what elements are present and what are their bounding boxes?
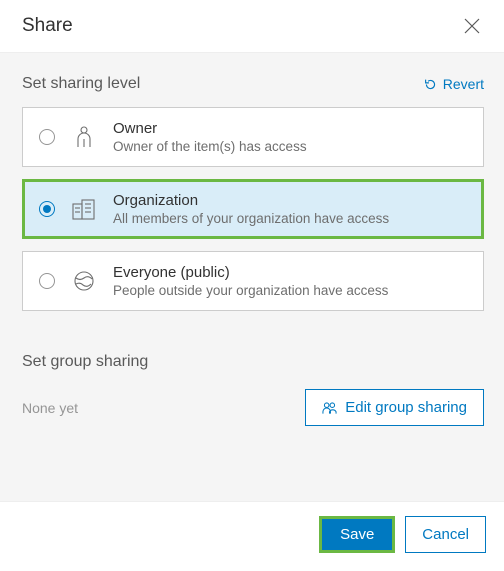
revert-label: Revert — [443, 76, 484, 92]
radio-everyone[interactable] — [39, 273, 55, 289]
everyone-desc: People outside your organization have ac… — [113, 283, 388, 298]
owner-icon — [71, 124, 97, 150]
sharing-option-everyone[interactable]: Everyone (public) People outside your or… — [22, 251, 484, 311]
organization-desc: All members of your organization have ac… — [113, 211, 389, 226]
sharing-option-organization[interactable]: Organization All members of your organiz… — [22, 179, 484, 239]
save-button[interactable]: Save — [319, 516, 395, 553]
edit-group-sharing-button[interactable]: Edit group sharing — [305, 389, 484, 426]
cancel-button[interactable]: Cancel — [405, 516, 486, 553]
dialog-header: Share — [0, 0, 504, 52]
revert-button[interactable]: Revert — [424, 76, 484, 92]
group-icon — [322, 401, 337, 415]
sharing-level-header: Set sharing level Revert — [22, 75, 484, 93]
owner-text: Owner Owner of the item(s) has access — [113, 120, 307, 154]
organization-icon — [71, 196, 97, 222]
dialog-title: Share — [22, 15, 73, 37]
group-sharing-status: None yet — [22, 400, 78, 416]
radio-organization[interactable] — [39, 201, 55, 217]
radio-owner[interactable] — [39, 129, 55, 145]
everyone-text: Everyone (public) People outside your or… — [113, 264, 388, 298]
sharing-options: Owner Owner of the item(s) has access Or… — [22, 107, 484, 311]
sharing-level-label: Set sharing level — [22, 75, 140, 93]
organization-title: Organization — [113, 192, 389, 209]
everyone-title: Everyone (public) — [113, 264, 388, 281]
revert-icon — [424, 78, 437, 91]
owner-title: Owner — [113, 120, 307, 137]
owner-desc: Owner of the item(s) has access — [113, 139, 307, 154]
group-sharing-label: Set group sharing — [22, 353, 484, 371]
close-icon — [463, 17, 481, 35]
group-sharing-row: None yet Edit group sharing — [22, 389, 484, 426]
dialog-footer: Save Cancel — [0, 502, 504, 571]
sharing-option-owner[interactable]: Owner Owner of the item(s) has access — [22, 107, 484, 167]
close-button[interactable] — [458, 12, 486, 40]
dialog-body: Set sharing level Revert Owner Ow — [0, 52, 504, 502]
edit-group-sharing-label: Edit group sharing — [345, 399, 467, 416]
globe-icon — [71, 268, 97, 294]
share-dialog: Share Set sharing level Revert — [0, 0, 504, 571]
organization-text: Organization All members of your organiz… — [113, 192, 389, 226]
